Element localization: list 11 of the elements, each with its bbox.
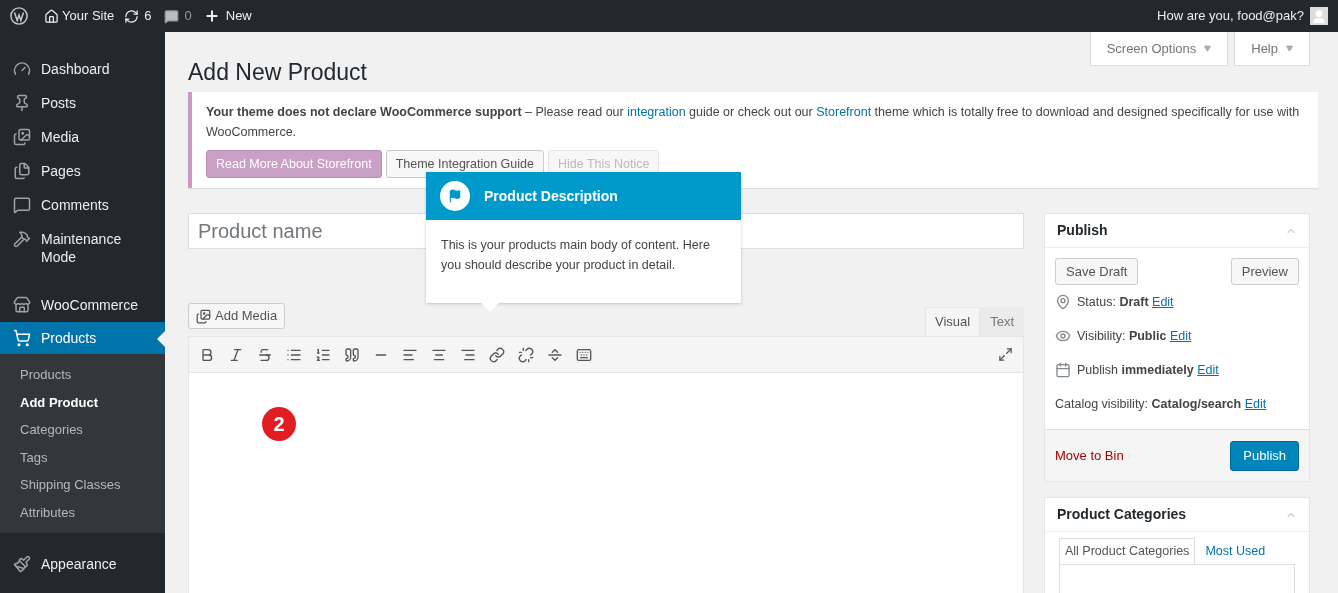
tooltip-text: This is your products main body of content. Here you should describe your product in detail. (440, 237, 711, 274)
tooltip-title: Product Description (484, 186, 618, 206)
publish-detail: Status: Draft Edit (1077, 293, 1174, 311)
step-marker: 2 (262, 407, 296, 441)
page-title: Add New Product (188, 58, 367, 86)
publish-detail: Publish immediately Edit (1077, 361, 1219, 379)
box-title: Publish (1057, 221, 1108, 240)
publish-detail: Catalog visibility: Catalog/search Edit (1055, 395, 1267, 413)
publish-detail: Visibility: Public Edit (1077, 327, 1192, 345)
box-title: Product Categories (1057, 505, 1187, 524)
notice-text: Your theme does not declare WooCommerce support – Please read our integration guide or check out our Storefront theme which is totally free to download and designed specifically for use with WooCommerce. (206, 104, 1301, 141)
